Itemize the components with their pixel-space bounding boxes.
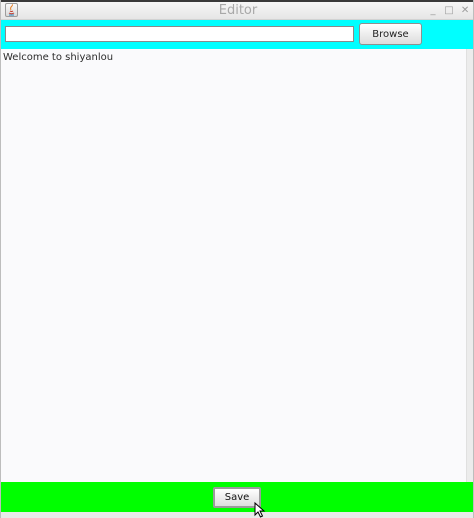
minimize-icon[interactable]: _ (429, 5, 437, 16)
window-right-edge (466, 49, 473, 482)
window-title: Editor (218, 3, 258, 18)
window-controls: _ □ ✕ (429, 2, 470, 19)
window-bottom-frame (1, 512, 473, 518)
maximize-icon[interactable]: □ (444, 5, 453, 16)
editor-content: Welcome to shiyanlou (3, 52, 114, 63)
mouse-pointer-icon (254, 502, 266, 518)
save-bar: Save (1, 482, 473, 512)
text-editor-area[interactable]: Welcome to shiyanlou (1, 49, 466, 482)
file-path-input[interactable] (5, 26, 354, 42)
editor-window: Editor _ □ ✕ Browse Welcome to shiyanlou… (0, 0, 474, 518)
file-toolbar: Browse (1, 20, 473, 49)
title-bar[interactable]: Editor _ □ ✕ (1, 2, 473, 20)
browse-button[interactable]: Browse (359, 23, 422, 45)
close-icon[interactable]: ✕ (461, 5, 469, 16)
